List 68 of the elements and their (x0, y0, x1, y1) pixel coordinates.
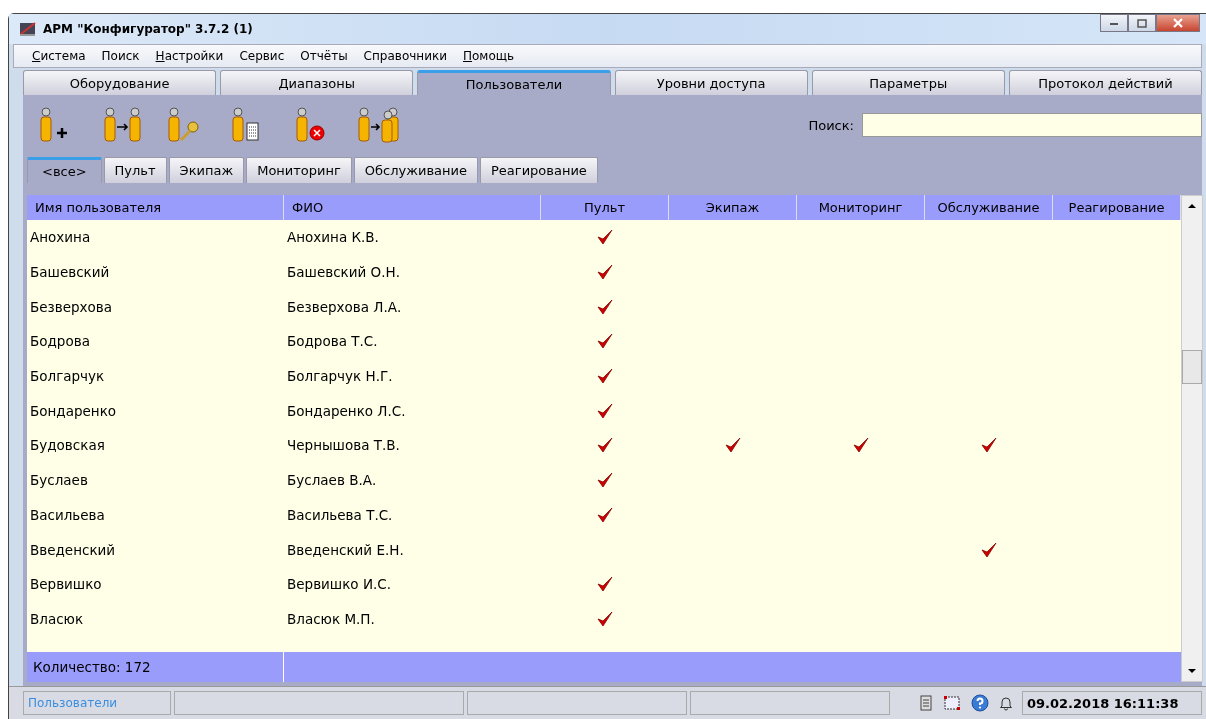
column-header[interactable]: ФИО (284, 195, 541, 220)
row-count: Количество: 172 (27, 652, 284, 682)
column-header[interactable]: Экипаж (669, 195, 797, 220)
help-icon[interactable] (971, 694, 989, 712)
table-cell-text: Безверхова Л.А. (286, 298, 403, 315)
column-header[interactable]: Мониторинг (797, 195, 925, 220)
column-header[interactable]: Имя пользователя (27, 195, 284, 220)
menu-item[interactable]: Сервис (239, 49, 285, 63)
table-cell-text: Буслаев В.А. (286, 472, 378, 489)
frame-icon[interactable] (943, 695, 961, 711)
table-cell-text: Будовская (29, 437, 106, 454)
table-cell-text: Васильева (29, 506, 106, 523)
filter-tab[interactable]: Обслуживание (353, 157, 478, 183)
menu-item[interactable]: Система (32, 49, 86, 63)
status-clock: 09.02.2018 16:11:38 (1022, 691, 1202, 715)
table-cell-text: Башевский (29, 264, 111, 281)
menu-item[interactable]: Отчёты (300, 49, 348, 63)
table-cell-text: Буслаев (29, 472, 89, 489)
filter-tab[interactable]: Пульт (103, 157, 167, 183)
table-cell-text: Чернышова Т.В. (286, 437, 401, 454)
maximize-icon (1137, 18, 1147, 28)
table-cell-text: Введенский (29, 541, 117, 558)
filter-tab[interactable]: <все> (27, 157, 102, 183)
table-cell-text: Бодрова Т.С. (286, 333, 379, 350)
close-icon (1172, 18, 1184, 28)
table-cell-text: Анохина К.В. (286, 229, 380, 246)
tab[interactable]: Оборудование (23, 70, 217, 95)
menu-item[interactable]: Поиск (101, 49, 140, 63)
column-header[interactable]: Пульт (541, 195, 669, 220)
table-cell-text: Васильева Т.С. (286, 506, 394, 523)
user-group-icon[interactable] (357, 107, 401, 143)
maximize-button[interactable] (1128, 14, 1156, 32)
search-label: Поиск: (808, 117, 854, 133)
bell-icon[interactable] (999, 695, 1013, 711)
table-cell-text: Бодрова (29, 333, 91, 350)
table-cell-text: Вервишко И.С. (286, 576, 393, 593)
tab[interactable]: Протокол действий (1008, 70, 1203, 95)
scrollbar[interactable] (1181, 195, 1203, 682)
search-field[interactable] (862, 113, 1202, 137)
table-cell-text: Безверхова (29, 298, 114, 315)
menu-item[interactable]: Помощь (463, 49, 515, 63)
filter-tab[interactable]: Мониторинг (246, 157, 352, 183)
minimize-button[interactable] (1100, 14, 1128, 32)
table-cell-text: Введенский Е.Н. (286, 541, 405, 558)
filter-tab[interactable]: Реагирование (480, 157, 598, 183)
table-cell-text: Болгарчук (29, 368, 106, 385)
scroll-thumb[interactable] (1182, 350, 1202, 384)
tab[interactable]: Диапазоны (220, 70, 414, 95)
close-button[interactable] (1156, 14, 1200, 32)
menu-item[interactable]: Справочники (363, 49, 447, 63)
table-cell-text: Бондаренко Л.С. (286, 402, 407, 419)
status-section: Пользователи (23, 691, 171, 715)
filter-tab[interactable]: Экипаж (168, 157, 245, 183)
minimize-icon (1109, 20, 1119, 26)
table-cell-text: Власюк М.П. (286, 610, 376, 627)
app-icon (19, 21, 37, 37)
column-header[interactable]: Обслуживание (925, 195, 1053, 220)
tab[interactable]: Уровни доступа (614, 70, 808, 95)
table-cell-text: Вервишко (29, 576, 103, 593)
table-cell-text: Болгарчук Н.Г. (286, 368, 394, 385)
table-cell-text: Башевский О.Н. (286, 264, 401, 281)
tab[interactable]: Параметры (811, 70, 1005, 95)
window-title: АРМ "Конфигуратор" 3.7.2 (1) (43, 22, 253, 36)
table-cell-text: Власюк (29, 610, 85, 627)
menu-item[interactable]: Настройки (155, 49, 224, 63)
tab[interactable]: Пользователи (417, 70, 611, 95)
table-cell-text: Бондаренко (29, 402, 118, 419)
table-cell-text: Анохина (29, 229, 92, 246)
